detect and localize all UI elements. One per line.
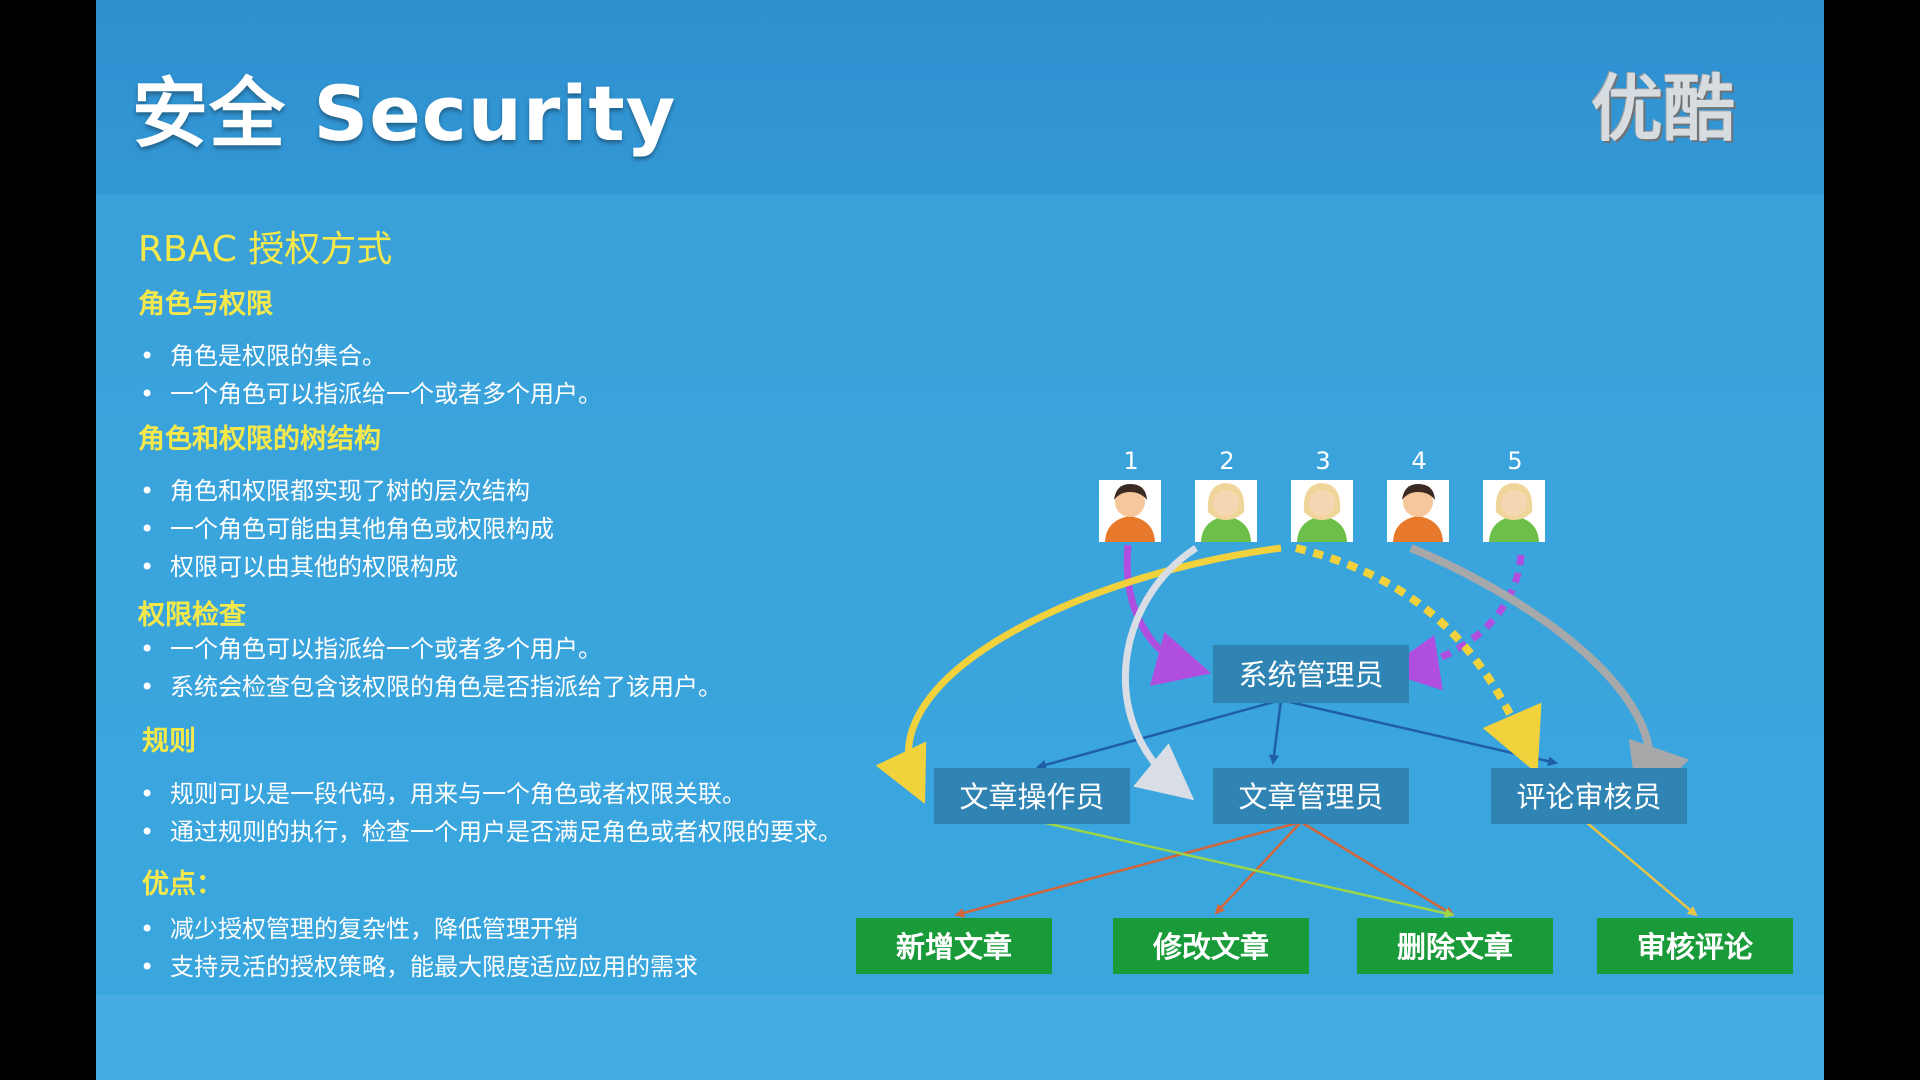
link-admin-to-operator: [1036, 698, 1282, 770]
user-1: 1: [1099, 447, 1161, 542]
link-reviewer-to-review: [1585, 821, 1698, 917]
arrow-user4-to-reviewer: [1409, 544, 1690, 810]
male-user-icon: [1387, 480, 1449, 542]
permission-delete-article: 删除文章: [1357, 918, 1553, 974]
permission-add-article: 新增文章: [856, 918, 1052, 974]
permission-label: 删除文章: [1397, 930, 1513, 964]
users-row: 1 2 3 4 5: [1099, 447, 1545, 542]
link-admin-to-manager: [1269, 699, 1283, 765]
male-user-icon: [1099, 480, 1161, 542]
permission-label: 修改文章: [1152, 930, 1269, 964]
user-number: 4: [1411, 447, 1426, 475]
role-article-manager: 文章管理员: [1213, 768, 1409, 824]
link-manager-to-edit: [1214, 821, 1302, 915]
user-number: 3: [1315, 447, 1330, 475]
user-4: 4: [1387, 447, 1449, 542]
user-number: 1: [1123, 447, 1138, 475]
user-number: 2: [1219, 447, 1234, 475]
user-2: 2: [1195, 447, 1257, 542]
link-manager-to-delete: [1300, 820, 1455, 917]
rbac-diagram: 1 2 3 4 5 系统管理员 文章操作员 文章管理员 评论审核员 新增文章 修…: [856, 447, 1793, 974]
female-user-icon: [1483, 480, 1545, 542]
letterbox-right: [1824, 0, 1920, 1080]
role-article-operator: 文章操作员: [934, 768, 1130, 824]
female-user-icon: [1291, 480, 1353, 542]
letterbox-left: [0, 0, 96, 1080]
user-3: 3: [1291, 447, 1353, 542]
user-5: 5: [1483, 447, 1545, 542]
role-label: 评论审核员: [1516, 780, 1661, 814]
permission-label: 审核评论: [1637, 930, 1754, 964]
role-admin: 系统管理员: [1213, 645, 1409, 703]
permission-label: 新增文章: [896, 930, 1012, 964]
user-number: 5: [1507, 447, 1522, 475]
arrow-user1-to-admin: [1123, 544, 1212, 686]
permission-review-comment: 审核评论: [1597, 918, 1793, 974]
role-comment-reviewer: 评论审核员: [1491, 768, 1687, 824]
role-label: 文章管理员: [1238, 780, 1383, 814]
permission-edit-article: 修改文章: [1113, 918, 1309, 974]
role-label: 系统管理员: [1238, 658, 1383, 692]
role-label: 文章操作员: [959, 780, 1104, 814]
link-admin-to-reviewer: [1280, 698, 1558, 767]
female-user-icon: [1195, 480, 1257, 542]
presentation-slide: 安全 Security 优酷 RBAC 授权方式 角色与权限 • 角色是权限的集合…: [96, 0, 1824, 1080]
